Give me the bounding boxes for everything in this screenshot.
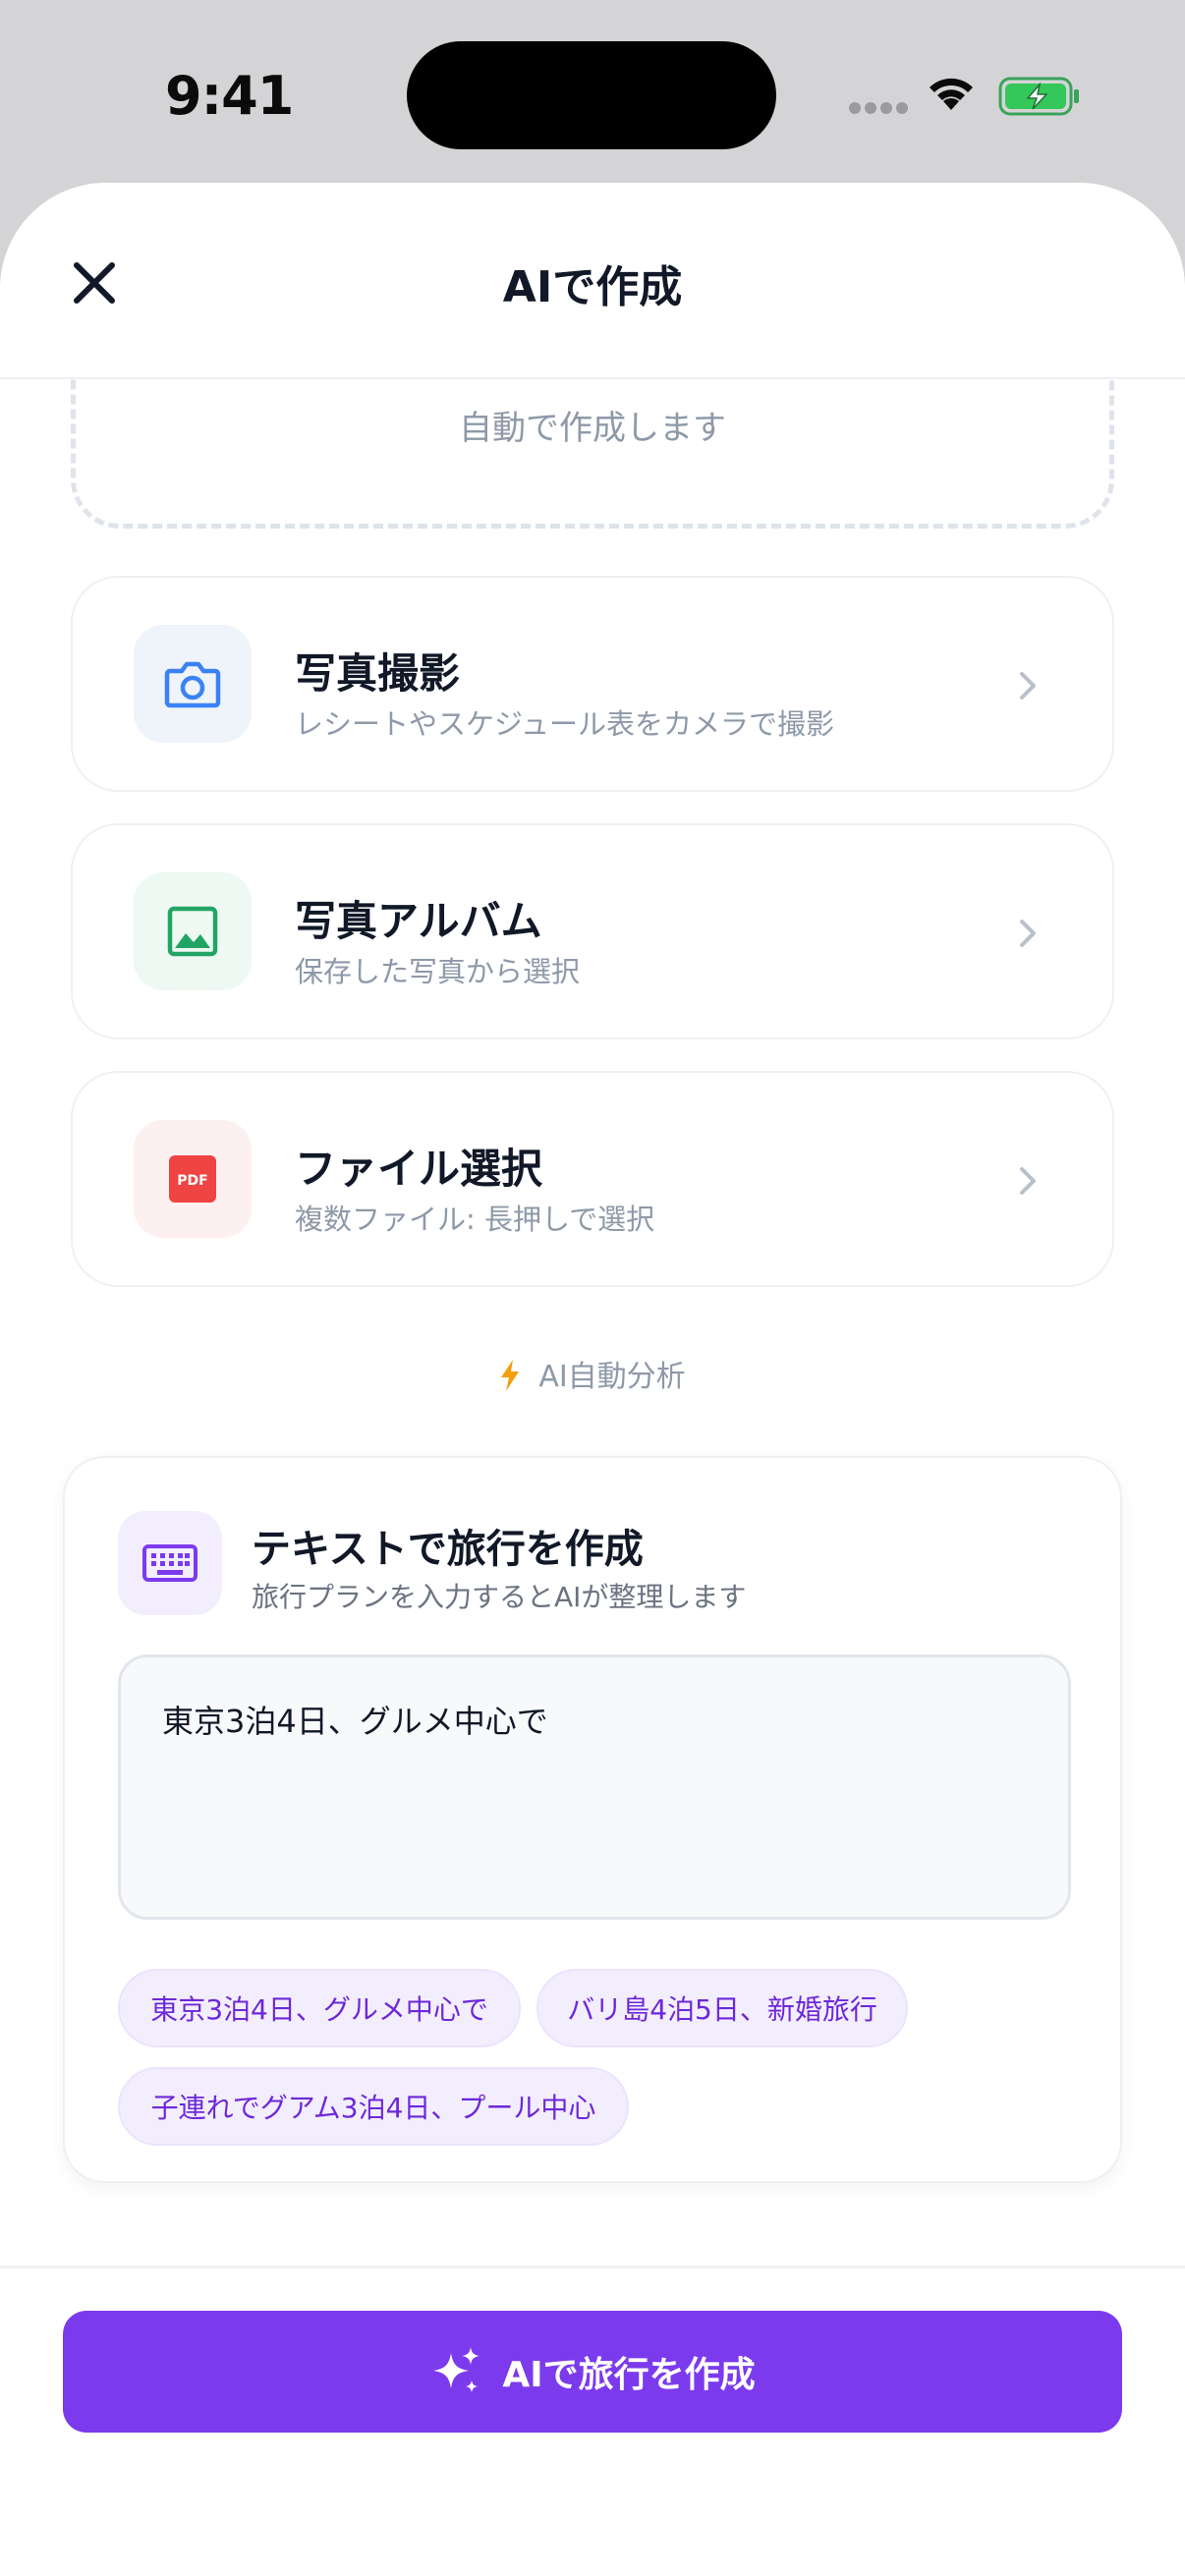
travel-plan-input[interactable]: 東京3泊4日、グルメ中心で [118, 1654, 1071, 1920]
suggestion-chip[interactable]: バリ島4泊5日、新婚旅行 [536, 1969, 908, 2047]
status-bar: 9:41 [0, 0, 1185, 183]
text-create-subtitle: 旅行プランを入力するとAIが整理します [252, 1581, 747, 1613]
option-title: ファイル選択 [295, 1145, 543, 1193]
ai-auto-analysis-note: AI自動分析 [0, 1352, 1185, 1395]
dropzone-text: 自動で作成します [459, 409, 726, 448]
suggestion-chip[interactable]: 子連れでグアム3泊4日、プール中心 [118, 2067, 629, 2146]
chevron-right-icon [1020, 920, 1036, 947]
create-sheet: 自動で作成します AIで作成 写真撮影 レシートやスケジュール表をカメラで撮影 … [0, 183, 1185, 2576]
suggestion-chip[interactable]: 東京3泊4日、グルメ中心で [118, 1969, 521, 2047]
camera-option-card[interactable]: 写真撮影 レシートやスケジュール表をカメラで撮影 [71, 576, 1114, 792]
sparkles-icon [433, 2347, 480, 2392]
status-time: 9:41 [165, 65, 294, 127]
option-title: 写真アルバム [295, 897, 542, 945]
create-trip-button[interactable]: AIで旅行を作成 [63, 2311, 1122, 2433]
photo-album-option-card[interactable]: 写真アルバム 保存した写真から選択 [71, 823, 1114, 1039]
svg-text:PDF: PDF [177, 1173, 207, 1189]
camera-icon [134, 625, 252, 743]
keyboard-icon [118, 1511, 222, 1615]
ai-auto-label: AI自動分析 [538, 1360, 686, 1394]
wifi-icon [930, 78, 973, 110]
option-subtitle: 保存した写真から選択 [295, 955, 581, 988]
option-subtitle: 複数ファイル: 長押しで選択 [295, 1203, 655, 1236]
battery-icon [998, 77, 1079, 116]
lightning-icon [501, 1360, 520, 1391]
create-trip-button-label: AIで旅行を作成 [502, 2355, 756, 2395]
file-select-option-card[interactable]: PDF ファイル選択 複数ファイル: 長押しで選択 [71, 1071, 1114, 1287]
chevron-right-icon [1020, 1167, 1036, 1195]
image-icon [134, 872, 252, 990]
option-subtitle: レシートやスケジュール表をカメラで撮影 [295, 707, 834, 741]
option-title: 写真撮影 [295, 649, 461, 698]
text-create-title: テキストで旅行を作成 [252, 1527, 644, 1572]
footer-divider [0, 2266, 1185, 2268]
chevron-right-icon [1020, 672, 1036, 700]
cellular-signal-icon [849, 102, 908, 116]
dynamic-island [407, 41, 776, 149]
text-create-card: テキストで旅行を作成 旅行プランを入力するとAIが整理します 東京3泊4日、グル… [63, 1456, 1122, 2183]
sheet-header: AIで作成 [0, 183, 1185, 379]
pdf-icon: PDF [134, 1120, 252, 1238]
page-title: AIで作成 [502, 262, 683, 312]
